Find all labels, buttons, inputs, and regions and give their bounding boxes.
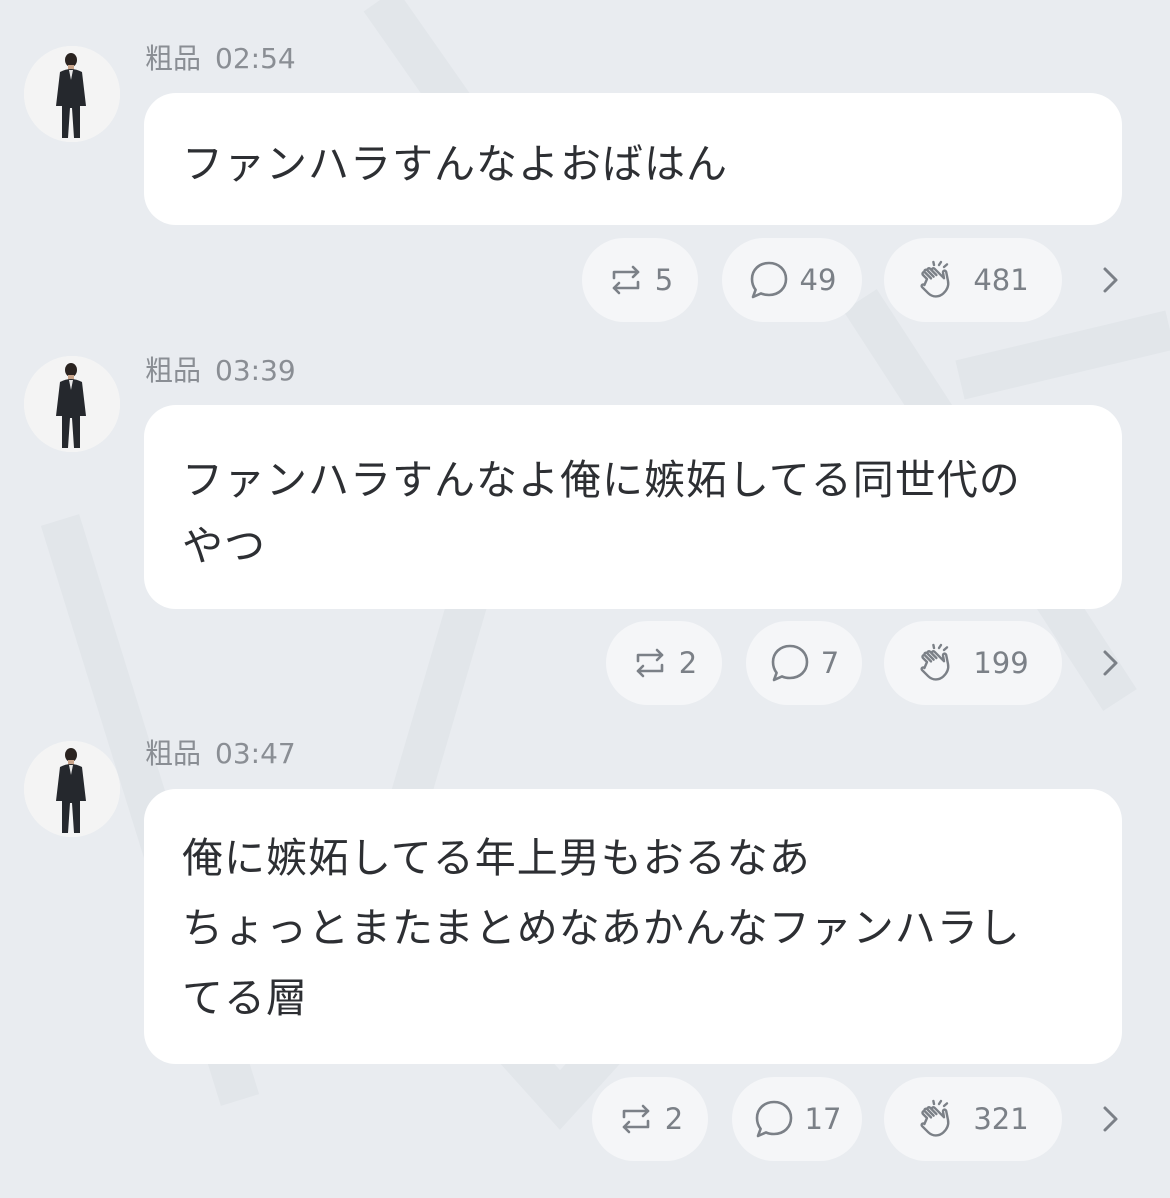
repost-count: 2 [664, 1102, 684, 1136]
post-time: 02:54 [215, 42, 296, 75]
repost-icon [622, 1104, 650, 1134]
clap-hands-icon [920, 1099, 950, 1137]
clap-count: 321 [973, 1102, 1029, 1136]
message-line: てる層 [182, 974, 308, 1022]
chevron-right-icon[interactable] [1096, 264, 1126, 296]
post-meta: 粗品 02:54 [145, 42, 296, 76]
chevron-right-icon[interactable] [1096, 647, 1126, 679]
post-meta: 粗品 03:39 [145, 354, 296, 388]
post-actions: 2 17 321 [0, 1077, 1170, 1161]
clap-count: 481 [973, 263, 1029, 297]
repost-button[interactable]: 2 [606, 621, 722, 705]
post-time: 03:47 [215, 737, 296, 770]
post-actions: 5 49 481 [0, 238, 1170, 322]
message-bubble[interactable]: ファンハラすんなよおばはん [144, 93, 1122, 225]
comment-bubble-icon [771, 644, 809, 682]
post-actions: 2 7 199 [0, 621, 1170, 705]
comment-bubble-icon [750, 261, 787, 299]
comment-count: 49 [799, 263, 837, 297]
clap-count: 199 [973, 646, 1029, 680]
avatar[interactable] [24, 741, 120, 837]
comment-count: 7 [820, 646, 840, 680]
comment-button[interactable]: 7 [746, 621, 862, 705]
avatar-image [24, 741, 120, 837]
repost-count: 2 [678, 646, 698, 680]
clap-button[interactable]: 321 [884, 1077, 1062, 1161]
author-name[interactable]: 粗品 [145, 42, 201, 75]
post-meta: 粗品 03:47 [145, 737, 296, 771]
clap-hands-icon [920, 643, 950, 681]
message-line: やつ [182, 522, 266, 570]
comment-button[interactable]: 49 [722, 238, 862, 322]
repost-count: 5 [654, 263, 674, 297]
repost-icon [612, 265, 640, 295]
avatar[interactable] [24, 356, 120, 452]
comment-button[interactable]: 17 [732, 1077, 862, 1161]
avatar-image [24, 356, 120, 452]
message-bubble[interactable]: 俺に嫉妬してる年上男もおるなあ ちょっとまたまとめなあかんなファンハラし てる層 [144, 789, 1122, 1064]
message-line: 俺に嫉妬してる年上男もおるなあ [182, 834, 811, 882]
repost-button[interactable]: 5 [582, 238, 698, 322]
avatar[interactable] [24, 46, 120, 142]
message-line: ファンハラすんなよ俺に嫉妬してる同世代の [182, 456, 1021, 504]
clap-button[interactable]: 199 [884, 621, 1062, 705]
clap-hands-icon [920, 260, 950, 298]
post-feed: 粗品 02:54 ファンハラすんなよおばはん 5 49 481 粗品 03:39… [0, 0, 1170, 1198]
comment-bubble-icon [755, 1100, 792, 1138]
author-name[interactable]: 粗品 [145, 354, 201, 387]
avatar-image [24, 46, 120, 142]
comment-count: 17 [804, 1102, 842, 1136]
author-name[interactable]: 粗品 [145, 737, 201, 770]
repost-icon [636, 648, 664, 678]
repost-button[interactable]: 2 [592, 1077, 708, 1161]
clap-button[interactable]: 481 [884, 238, 1062, 322]
message-line: ファンハラすんなよおばはん [182, 140, 728, 188]
message-bubble[interactable]: ファンハラすんなよ俺に嫉妬してる同世代の やつ [144, 405, 1122, 609]
message-line: ちょっとまたまとめなあかんなファンハラし [182, 904, 1021, 952]
chevron-right-icon[interactable] [1096, 1103, 1126, 1135]
post-time: 03:39 [215, 354, 296, 387]
